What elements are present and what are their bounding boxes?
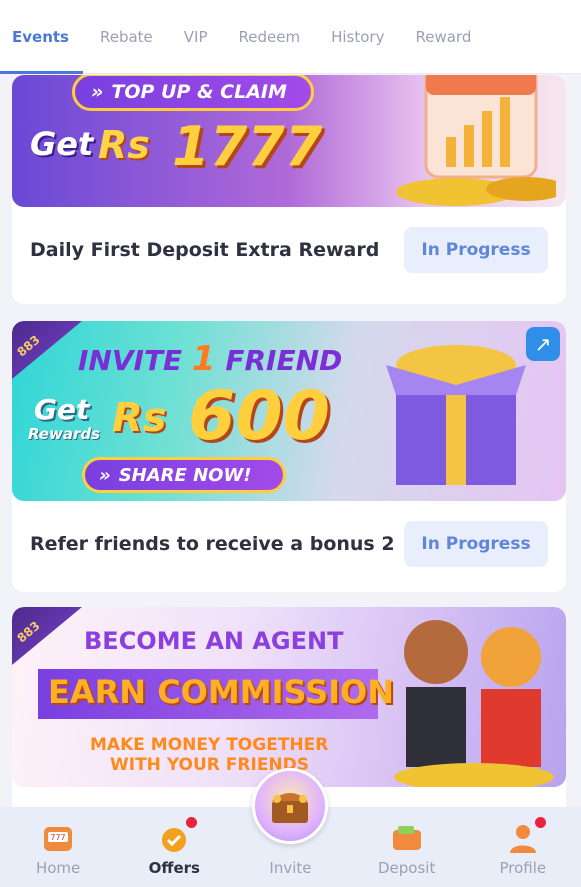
nav-deposit[interactable]: Deposit	[352, 821, 462, 877]
invite-headline: INVITE 1 FRIEND	[78, 339, 343, 379]
share-icon[interactable]: ↗	[526, 327, 560, 361]
banner-currency: Rs	[112, 395, 167, 441]
mascots-illustration-icon	[394, 620, 554, 787]
user-icon	[506, 817, 546, 855]
nav-deposit-label: Deposit	[377, 859, 436, 877]
banner-get-text: Get	[30, 125, 94, 163]
tab-events[interactable]: Events	[0, 0, 83, 74]
top-up-claim-pill: » TOP UP & CLAIM	[72, 75, 314, 111]
event-banner-agent[interactable]: 883 BECOME AN AGENT EARN COMMISSION MAKE…	[12, 607, 566, 787]
gift-box-icon	[386, 345, 526, 485]
nav-offers-label: Offers	[148, 859, 200, 877]
in-progress-button[interactable]: In Progress	[404, 227, 548, 273]
tab-reward[interactable]: Reward	[415, 0, 471, 74]
brand-badge: 883	[12, 321, 82, 379]
notification-dot	[186, 817, 198, 828]
tab-redeem[interactable]: Redeem	[239, 0, 301, 74]
brand-badge: 883	[12, 607, 82, 665]
event-row: Daily First Deposit Extra Reward In Prog…	[12, 207, 566, 293]
tab-history[interactable]: History	[331, 0, 384, 74]
event-title: Daily First Deposit Extra Reward	[30, 239, 380, 261]
tab-rebate[interactable]: Rebate	[100, 0, 153, 74]
nav-offers[interactable]: Offers	[119, 817, 229, 877]
share-now-pill[interactable]: » SHARE NOW!	[82, 457, 286, 493]
make-money-text: MAKE MONEY TOGETHER	[90, 735, 329, 755]
nav-home[interactable]: 777 Home	[3, 821, 113, 877]
banner-currency: Rs	[98, 123, 150, 167]
nav-home-label: Home	[35, 859, 81, 877]
wallet-icon	[392, 826, 421, 850]
banner-get-text: Get	[34, 393, 90, 426]
treasure-chest-icon	[272, 793, 308, 823]
nav-profile[interactable]: Profile	[468, 817, 578, 877]
banner-rewards-text: Rewards	[28, 425, 101, 443]
event-row: Refer friends to receive a bonus 2 In Pr…	[12, 501, 566, 587]
event-banner-deposit[interactable]: » TOP UP & CLAIM Get Rs 1777	[12, 75, 566, 207]
events-feed[interactable]: » TOP UP & CLAIM Get Rs 1777 Daily First …	[0, 75, 581, 887]
event-banner-referral[interactable]: 883 INVITE 1 FRIEND Get Rewards Rs 600 »…	[12, 321, 566, 501]
in-progress-button[interactable]: In Progress	[404, 521, 548, 567]
nav-invite-label: Invite	[269, 859, 312, 877]
event-title: Refer friends to receive a bonus 2	[30, 533, 395, 555]
tab-vip[interactable]: VIP	[184, 0, 208, 74]
earn-commission-text: EARN COMMISSION	[48, 673, 395, 711]
svg-text:777: 777	[50, 833, 65, 842]
medal-icon	[157, 817, 198, 855]
event-card-referral[interactable]: 883 INVITE 1 FRIEND Get Rewards Rs 600 »…	[12, 321, 566, 592]
tab-bar: Events Rebate VIP Redeem History Reward	[0, 0, 581, 74]
calendar-coins-icon	[396, 75, 556, 206]
invite-treasure-button[interactable]	[252, 768, 328, 844]
nav-profile-label: Profile	[499, 859, 547, 877]
notification-dot	[534, 817, 546, 828]
slot-machine-icon: 777	[44, 827, 73, 851]
banner-amount: 1777	[172, 115, 323, 178]
banner-amount: 600	[188, 377, 330, 456]
event-card-deposit[interactable]: » TOP UP & CLAIM Get Rs 1777 Daily First …	[12, 75, 566, 304]
become-agent-text: BECOME AN AGENT	[84, 627, 344, 655]
